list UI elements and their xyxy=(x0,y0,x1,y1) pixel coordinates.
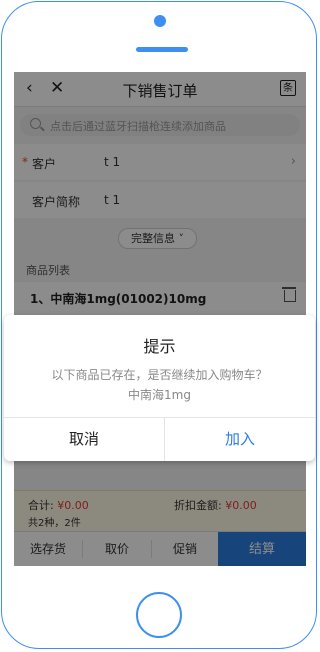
speaker-slot xyxy=(136,47,188,52)
home-button[interactable] xyxy=(136,592,182,638)
cancel-button[interactable]: 取消 xyxy=(4,418,164,461)
add-button[interactable]: 加入 xyxy=(165,418,315,461)
confirm-dialog: 提示 以下商品已存在，是否继续加入购物车？ 中南海1mg 取消 加入 xyxy=(4,315,315,461)
dialog-item: 中南海1mg xyxy=(128,388,191,402)
dialog-title: 提示 xyxy=(143,337,176,356)
camera-dot xyxy=(154,15,166,27)
dialog-message: 以下商品已存在，是否继续加入购物车？ xyxy=(51,368,268,382)
